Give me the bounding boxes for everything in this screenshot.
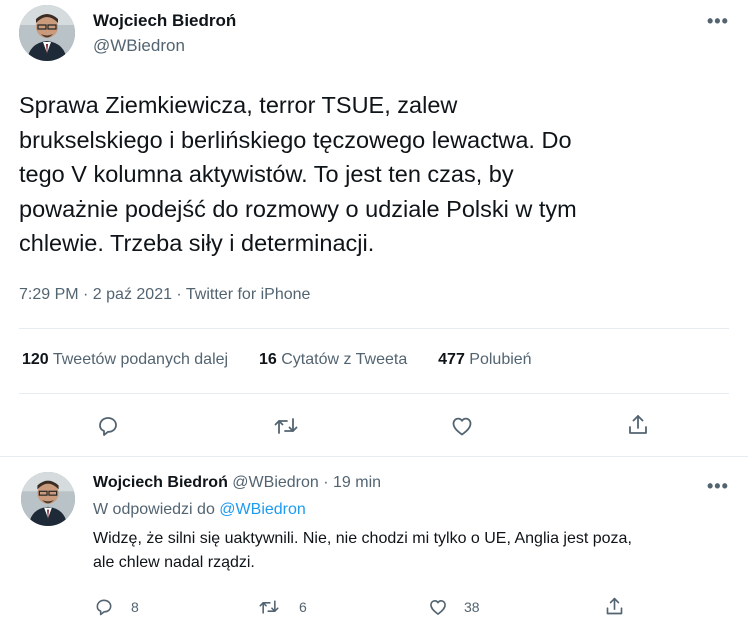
tweet-stats: 120 Tweetów podanych dalej 16 Cytatów z … <box>22 351 532 369</box>
reply-separator: · <box>323 474 329 491</box>
more-options-icon[interactable]: ••• <box>707 11 729 32</box>
avatar[interactable] <box>19 5 75 61</box>
tweet-text-line: tego V kolumna aktywistów. To jest ten c… <box>19 161 514 187</box>
reply-icon[interactable] <box>96 414 120 438</box>
quotes-count: 16 <box>259 351 277 368</box>
divider <box>19 393 729 394</box>
likes-label: Polubień <box>469 351 532 368</box>
reply-header: Wojciech Biedroń @WBiedron · 19 min <box>93 474 381 492</box>
author-handle[interactable]: @WBiedron <box>93 36 185 56</box>
tweet-text-line: brukselskiego i berlińskiego tęczowego l… <box>19 126 572 153</box>
reply-replies-count: 8 <box>131 599 139 615</box>
divider <box>19 328 729 329</box>
likes-stat[interactable]: 477 Polubień <box>438 351 531 368</box>
retweets-count: 120 <box>22 351 49 368</box>
tweet-text: Sprawa Ziemkiewicza, terror TSUE, zalew … <box>19 88 719 261</box>
reply-like-icon[interactable] <box>428 597 448 617</box>
replying-to: W odpowiedzi do @WBiedron <box>93 501 306 519</box>
reply-reply-icon[interactable] <box>94 597 114 617</box>
reply-more-options-icon[interactable]: ••• <box>707 476 729 497</box>
reply-avatar[interactable] <box>21 472 75 526</box>
tweet-timestamp[interactable]: 7:29 PM · 2 paź 2021 · Twitter for iPhon… <box>19 286 310 304</box>
share-icon[interactable] <box>626 413 650 437</box>
divider <box>0 456 748 457</box>
reply-text: Widzę, że silni się uaktywnili. Nie, nie… <box>93 527 733 575</box>
retweets-stat[interactable]: 120 Tweetów podanych dalej <box>22 351 228 368</box>
reply-author-name[interactable]: Wojciech Biedroń <box>93 474 228 491</box>
reply-share-icon[interactable] <box>604 596 625 617</box>
reply-author-handle[interactable]: @WBiedron <box>232 474 319 491</box>
retweets-label: Tweetów podanych dalej <box>52 351 229 368</box>
likes-count: 477 <box>438 351 465 368</box>
reply-text-line: Widzę, że silni się uaktywnili. Nie, nie… <box>93 530 632 547</box>
replying-to-handle[interactable]: @WBiedron <box>219 501 306 518</box>
quotes-label: Cytatów z Tweeta <box>281 351 408 368</box>
quotes-stat[interactable]: 16 Cytatów z Tweeta <box>259 351 407 368</box>
retweet-icon[interactable] <box>273 414 299 438</box>
like-icon[interactable] <box>450 414 474 438</box>
author-name[interactable]: Wojciech Biedroń <box>93 11 236 31</box>
reply-likes-count: 38 <box>464 599 480 615</box>
replying-to-prefix: W odpowiedzi do <box>93 501 215 518</box>
reply-text-line: ale chlew nadal rządzi. <box>93 554 255 571</box>
tweet-text-line: poważnie podejść do rozmowy o udziale Po… <box>19 195 577 222</box>
tweet-text-line: Sprawa Ziemkiewicza, terror TSUE, zalew <box>19 92 458 118</box>
reply-retweet-icon[interactable] <box>258 597 280 617</box>
reply-retweets-count: 6 <box>299 599 307 615</box>
tweet-text-line: chlewie. Trzeba siły i determinacji. <box>19 230 375 256</box>
reply-time[interactable]: 19 min <box>333 474 381 491</box>
